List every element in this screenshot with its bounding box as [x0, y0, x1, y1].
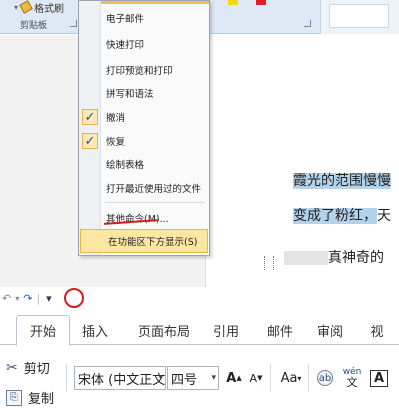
style-gallery[interactable]: [329, 4, 389, 28]
menu-item-open-recent[interactable]: 打开最近使用过的文件: [79, 176, 209, 200]
customize-quick-access-button[interactable]: ▾: [44, 292, 54, 305]
clear-format-icon: ab: [317, 370, 333, 386]
quick-access-toolbar: ↶ ▾ ↷ | ▾: [0, 287, 399, 309]
cursor-marker: [264, 256, 274, 270]
menu-item-spelling-grammar[interactable]: 拼写和语法: [79, 81, 209, 105]
checkmark-icon: ✓: [82, 109, 98, 125]
styles-group: [320, 0, 399, 34]
phonetic-guide-button[interactable]: wén 文: [340, 366, 364, 390]
character-border-button[interactable]: A: [368, 366, 390, 390]
font-color-swatch[interactable]: [256, 0, 266, 5]
highlight-color-swatch[interactable]: [228, 0, 238, 5]
tab-mailings[interactable]: 邮件: [258, 315, 302, 345]
format-painter-icon: [19, 0, 33, 14]
cut-button[interactable]: ✂ 剪切: [6, 358, 50, 378]
document-page[interactable]: 霞光的范围慢慢 变成了粉红，天 真神奇的: [205, 35, 399, 287]
menu-item-redo[interactable]: ✓ 恢复: [79, 129, 209, 153]
copy-label: 复制: [28, 392, 55, 407]
tab-page-layout[interactable]: 页面布局: [128, 315, 200, 345]
shrink-font-button[interactable]: A ▼: [246, 366, 266, 390]
menu-item-email[interactable]: 电子邮件: [79, 6, 209, 30]
clipboard-group-label: 剪贴板: [20, 21, 48, 31]
format-painter-label: 格式刷: [34, 3, 65, 15]
scissors-icon: ✂: [6, 359, 18, 376]
menu-separator: [105, 202, 205, 203]
customize-quick-access-menu: 电子邮件 快速打印 打印预览和打印 拼写和语法 ✓ 撤消 ✓ 恢复 绘制表格 打开最…: [78, 0, 210, 256]
toolbar-separator: |: [36, 291, 41, 305]
document-line-3: 真神奇的: [284, 247, 384, 267]
copy-button[interactable]: ⎘ 复制: [6, 388, 54, 407]
tab-review[interactable]: 审阅: [310, 315, 350, 345]
word-quick-access-menu-screenshot: ▾ 格式刷 剪贴板 霞光的范围慢慢 变成了粉红，天 真神奇的 电子邮件 快速打印…: [0, 0, 399, 287]
checkmark-icon: ✓: [82, 133, 98, 149]
font-name-value: 宋体 (中文正文: [78, 372, 166, 388]
copy-icon: ⎘: [6, 389, 22, 406]
document-line-2: 变成了粉红，天: [293, 208, 391, 224]
font-name-select[interactable]: 宋体 (中文正文 ▾: [74, 366, 166, 390]
grow-font-button[interactable]: A ▲: [224, 366, 244, 390]
menu-item-print-preview[interactable]: 打印预览和打印: [79, 58, 209, 82]
red-circle-annotation: [64, 288, 84, 308]
dropdown-arrow-icon: ▾: [14, 2, 19, 12]
menu-item-quick-print[interactable]: 快速打印: [79, 32, 209, 56]
button-separator: [270, 364, 271, 392]
chevron-down-icon: ▾: [158, 373, 163, 383]
tab-references[interactable]: 引用: [206, 315, 246, 345]
font-dialog-launcher-icon[interactable]: [304, 20, 311, 27]
blurred-text: [284, 251, 328, 265]
word-ribbon-screenshot: ↶ ▾ ↷ | ▾ 开始 插入 页面布局 引用 邮件 审阅 视 ✂ 剪切 ⎘ 复…: [0, 287, 399, 416]
clear-format-button[interactable]: ab: [314, 366, 336, 390]
menu-item-more-commands[interactable]: 其他命令(M)...: [79, 206, 209, 230]
tab-home[interactable]: 开始: [16, 315, 70, 346]
document-line-1: 霞光的范围慢慢: [293, 173, 391, 189]
tab-insert[interactable]: 插入: [74, 315, 116, 345]
undo-dropdown-icon[interactable]: ▾: [15, 294, 19, 303]
font-size-select[interactable]: 四号 ▾: [167, 366, 219, 390]
change-case-button[interactable]: Aa ▾: [278, 366, 304, 390]
group-separator: [66, 364, 67, 392]
undo-icon[interactable]: ↶: [2, 292, 11, 305]
ribbon-tabs: 开始 插入 页面布局 引用 邮件 审阅 视: [0, 315, 399, 346]
font-size-value: 四号: [171, 372, 198, 388]
menu-item-show-below-ribbon[interactable]: 在功能区下方显示(S): [80, 229, 208, 253]
menu-item-draw-table[interactable]: 绘制表格: [79, 152, 209, 176]
format-painter-button[interactable]: ▾ 格式刷: [14, 0, 65, 15]
tab-view[interactable]: 视: [364, 315, 390, 345]
button-separator: [308, 364, 309, 392]
ribbon-body: ✂ 剪切 ⎘ 复制 宋体 (中文正文 ▾ 四号 ▾ A ▲ A ▼ Aa ▾ ab w…: [0, 346, 399, 416]
clipboard-dialog-launcher-icon[interactable]: [70, 20, 77, 27]
cut-label: 剪切: [23, 362, 50, 377]
menu-item-undo[interactable]: ✓ 撤消: [79, 105, 209, 129]
chevron-down-icon: ▾: [211, 373, 216, 383]
redo-icon[interactable]: ↷: [23, 292, 32, 305]
